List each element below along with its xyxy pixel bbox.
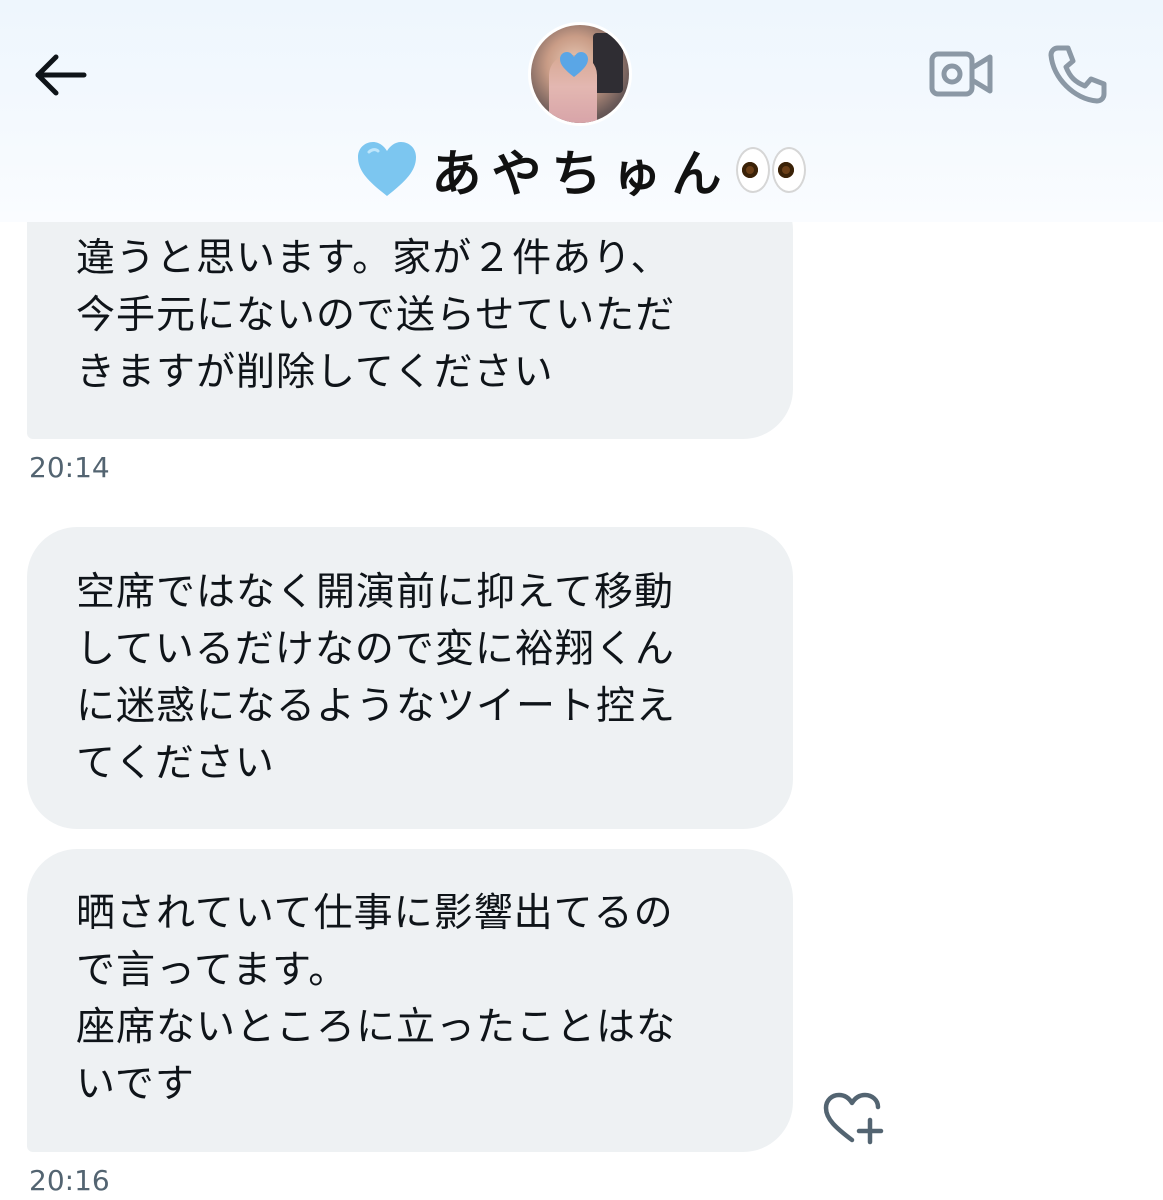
contact-name: あやちゅん: [431, 145, 732, 203]
message-line: に迷惑になるようなツイート控え: [76, 684, 677, 729]
blue-heart-sticker-icon: [560, 52, 588, 77]
add-reaction-button[interactable]: [822, 1090, 886, 1146]
voice-call-button[interactable]: [1044, 40, 1112, 108]
heart-plus-icon: [823, 1092, 884, 1145]
message-line: しているだけなので変に裕翔くん: [76, 627, 675, 672]
message-bubble[interactable]: 空席ではなく開演前に抑えて移動 しているだけなので変に裕翔くん に迷惑になるよう…: [27, 527, 793, 829]
message-line: 座席ないところに立ったことはな: [76, 1005, 677, 1050]
avatar[interactable]: [528, 22, 632, 126]
message-timestamp: 20:14: [29, 451, 110, 484]
light-blue-heart-emoji-icon: [357, 142, 416, 196]
message-line: てください: [76, 741, 275, 786]
eyes-emoji-icon: [735, 147, 808, 193]
back-arrow-icon: [35, 54, 87, 96]
message-line: 今手元にないので送らせていただ: [76, 293, 676, 338]
message-line: 違うと思います。家が２件あり、: [76, 236, 671, 281]
video-camera-icon: [929, 51, 993, 97]
message-line: 空席ではなく開演前に抑えて移動: [76, 570, 675, 615]
message-line: 晒されていて仕事に影響出てるの: [76, 891, 674, 936]
conversation-header: あやちゅん: [0, 0, 1163, 222]
video-call-button[interactable]: [926, 44, 996, 104]
contact-name-row[interactable]: あやちゅん: [0, 135, 1163, 205]
message-line: きますが削除してください: [76, 350, 554, 395]
back-button[interactable]: [30, 45, 90, 105]
message-line: いです: [76, 1062, 195, 1107]
message-line: で言ってます。: [76, 948, 349, 993]
phone-icon: [1048, 45, 1107, 104]
message-timestamp: 20:16: [29, 1164, 110, 1197]
message-bubble[interactable]: 晒されていて仕事に影響出てるの で言ってます。 座席ないところに立ったことはな …: [27, 849, 793, 1152]
